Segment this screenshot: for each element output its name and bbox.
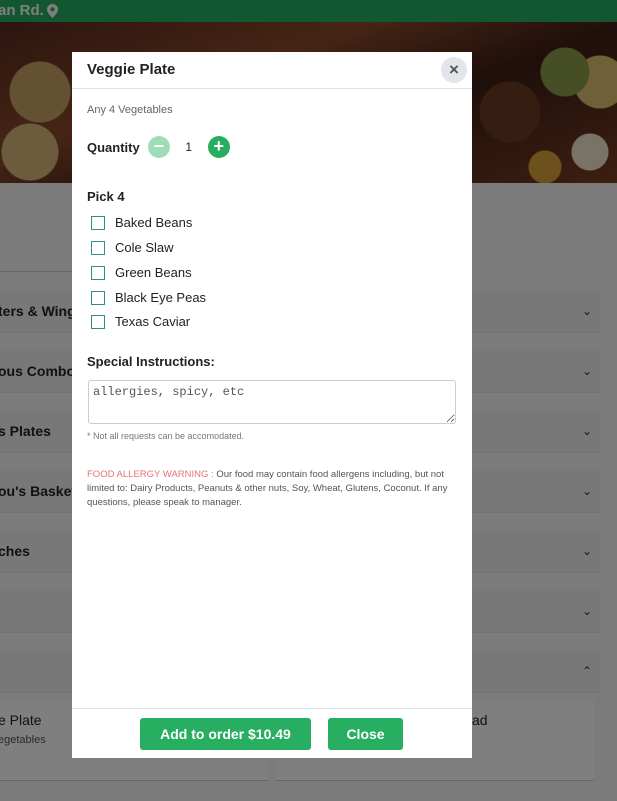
option-texas-caviar[interactable]: Texas Caviar (91, 313, 190, 330)
modal-footer: Add to order $10.49 Close (72, 708, 472, 759)
option-label: Baked Beans (115, 215, 193, 230)
option-baked-beans[interactable]: Baked Beans (91, 214, 192, 231)
minus-icon[interactable]: − (147, 136, 170, 158)
special-instructions-label: Special Instructions: (87, 354, 215, 369)
special-instructions-input[interactable] (88, 380, 456, 424)
plus-icon[interactable]: + (207, 136, 230, 158)
checkbox[interactable] (91, 265, 105, 280)
checkbox[interactable] (91, 240, 105, 255)
checkbox[interactable] (91, 314, 105, 329)
option-green-beans[interactable]: Green Beans (91, 264, 192, 281)
option-black-eye-peas[interactable]: Black Eye Peas (91, 289, 206, 306)
option-label: Cole Slaw (115, 240, 174, 255)
item-modal: Veggie Plate × Any 4 Vegetables Quantity… (72, 52, 472, 758)
add-to-order-button[interactable]: Add to order $10.49 (140, 718, 311, 750)
close-button[interactable]: Close (328, 718, 403, 750)
option-cole-slaw[interactable]: Cole Slaw (91, 239, 174, 256)
modal-header: Veggie Plate × (72, 52, 472, 89)
allergy-warning: FOOD ALLERGY WARNING : Our food may cont… (87, 468, 459, 510)
quantity-stepper: Quantity − 1 + (87, 136, 230, 158)
option-label: Texas Caviar (115, 314, 191, 329)
checkbox[interactable] (91, 290, 105, 305)
pick-label: Pick 4 (87, 189, 125, 204)
modal-subtitle: Any 4 Vegetables (87, 104, 173, 116)
quantity-label: Quantity (87, 139, 140, 155)
requests-note: * Not all requests can be accomodated. (87, 431, 245, 441)
checkbox[interactable] (91, 215, 105, 230)
option-label: Green Beans (115, 265, 192, 280)
modal-title: Veggie Plate (87, 61, 176, 78)
option-label: Black Eye Peas (115, 290, 207, 305)
close-icon[interactable]: × (441, 57, 467, 83)
allergy-warning-title: FOOD ALLERGY WARNING : (87, 469, 214, 480)
quantity-value: 1 (185, 140, 193, 154)
